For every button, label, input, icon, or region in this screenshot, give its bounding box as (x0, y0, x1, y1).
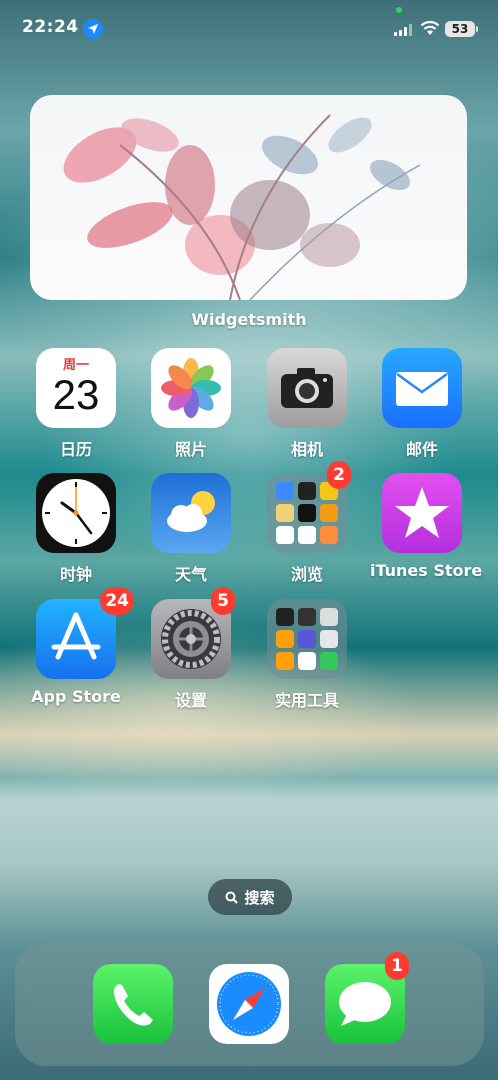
battery-tip (476, 26, 478, 32)
star-icon (382, 473, 462, 553)
settings-label: 设置 (174, 691, 207, 710)
appstore-app[interactable]: 24 App Store (24, 587, 134, 706)
clock-icon (36, 473, 116, 553)
phone-icon (113, 984, 153, 1026)
mail-app[interactable]: 邮件 (370, 348, 474, 460)
signal-icon (394, 24, 412, 36)
mail-icon (382, 348, 462, 428)
phone-app[interactable] (93, 964, 173, 1044)
utilities-folder-icon (267, 599, 347, 679)
itunes-label: iTunes Store (370, 561, 483, 580)
appstore-label: App Store (31, 687, 121, 706)
browse-label: 浏览 (290, 565, 323, 584)
calendar-icon: 周一 23 (36, 348, 116, 428)
battery-icon: 53 (445, 21, 475, 37)
photos-app[interactable]: 照片 (139, 348, 243, 460)
weather-app[interactable]: 天气 (139, 473, 243, 585)
camera-app[interactable]: 相机 (255, 348, 359, 460)
widget-label: Widgetsmith (191, 310, 307, 329)
camera-icon (267, 348, 347, 428)
wifi-icon (420, 20, 440, 35)
clock-app[interactable]: 时钟 (24, 473, 128, 585)
search-icon (225, 891, 239, 904)
settings-app[interactable]: 5 设置 (139, 587, 243, 711)
photos-label: 照片 (174, 440, 207, 459)
widgetsmith-widget[interactable] (30, 95, 467, 300)
calendar-app[interactable]: 周一 23 日历 (24, 348, 128, 460)
search-button[interactable]: 搜索 (208, 879, 292, 915)
calendar-date: 23 (52, 371, 100, 418)
status-time: 22:24 (22, 17, 79, 37)
utilities-label: 实用工具 (274, 691, 339, 710)
mail-label: 邮件 (405, 440, 438, 459)
clock-label: 时钟 (59, 565, 92, 584)
itunes-app[interactable]: iTunes Store (370, 473, 483, 580)
location-icon (83, 19, 103, 39)
photos-icon (151, 348, 231, 428)
search-label: 搜索 (244, 888, 275, 907)
browse-folder[interactable]: 2 浏览 (255, 461, 359, 585)
weather-icon (151, 473, 231, 553)
settings-badge: 5 (211, 587, 235, 615)
privacy-dot-icon (396, 7, 402, 13)
camera-label: 相机 (290, 440, 323, 459)
calendar-label: 日历 (59, 440, 92, 459)
messages-badge: 1 (385, 952, 409, 980)
safari-icon (217, 972, 281, 1036)
appstore-badge: 24 (100, 587, 134, 615)
flower-photo (63, 114, 421, 300)
utilities-folder[interactable]: 实用工具 (255, 599, 359, 711)
safari-app[interactable] (209, 964, 289, 1044)
browse-badge: 2 (327, 461, 351, 489)
weather-label: 天气 (174, 565, 207, 584)
